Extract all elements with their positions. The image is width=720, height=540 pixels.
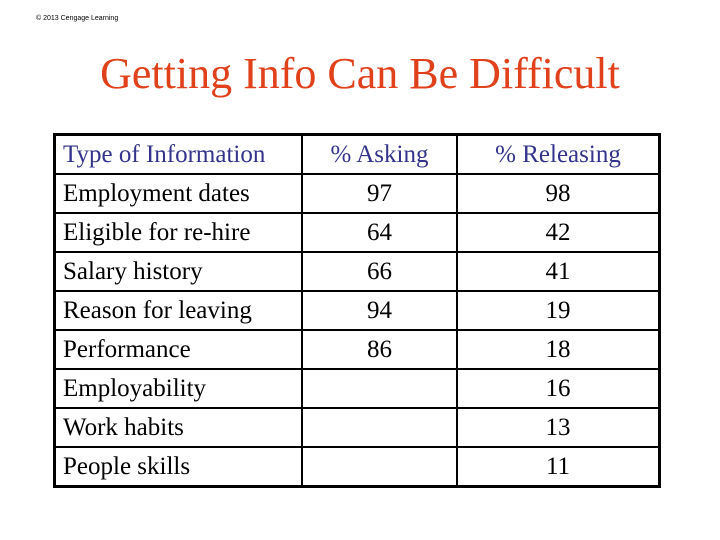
header-type-of-information: Type of Information [53, 133, 303, 175]
table-row: Employability 16 [53, 368, 661, 409]
table-header-row: Type of Information % Asking % Releasing [53, 133, 661, 175]
cell-asking [301, 446, 458, 488]
cell-asking: 97 [301, 173, 458, 214]
cell-releasing: 42 [456, 212, 661, 253]
cell-asking: 64 [301, 212, 458, 253]
cell-asking: 66 [301, 251, 458, 292]
table-row: Salary history 66 41 [53, 251, 661, 292]
table-row: People skills 11 [53, 446, 661, 488]
cell-releasing: 16 [456, 368, 661, 409]
cell-asking [301, 368, 458, 409]
cell-type: Reason for leaving [53, 290, 303, 331]
table-row: Work habits 13 [53, 407, 661, 448]
cell-releasing: 98 [456, 173, 661, 214]
cell-type: Performance [53, 329, 303, 370]
copyright-notice: © 2013 Cengage Learning [36, 15, 119, 22]
cell-releasing: 11 [456, 446, 661, 488]
cell-asking [301, 407, 458, 448]
cell-type: Eligible for re-hire [53, 212, 303, 253]
cell-releasing: 19 [456, 290, 661, 331]
header-percent-releasing: % Releasing [456, 133, 661, 175]
cell-releasing: 18 [456, 329, 661, 370]
cell-asking: 94 [301, 290, 458, 331]
cell-type: Work habits [53, 407, 303, 448]
cell-type: Employability [53, 368, 303, 409]
table-row: Reason for leaving 94 19 [53, 290, 661, 331]
information-table: Type of Information % Asking % Releasing… [53, 133, 661, 488]
cell-type: People skills [53, 446, 303, 488]
table-row: Performance 86 18 [53, 329, 661, 370]
cell-type: Salary history [53, 251, 303, 292]
cell-asking: 86 [301, 329, 458, 370]
table-row: Employment dates 97 98 [53, 173, 661, 214]
cell-releasing: 41 [456, 251, 661, 292]
cell-type: Employment dates [53, 173, 303, 214]
slide-title: Getting Info Can Be Difficult [100, 49, 620, 98]
table-row: Eligible for re-hire 64 42 [53, 212, 661, 253]
cell-releasing: 13 [456, 407, 661, 448]
header-percent-asking: % Asking [301, 133, 458, 175]
